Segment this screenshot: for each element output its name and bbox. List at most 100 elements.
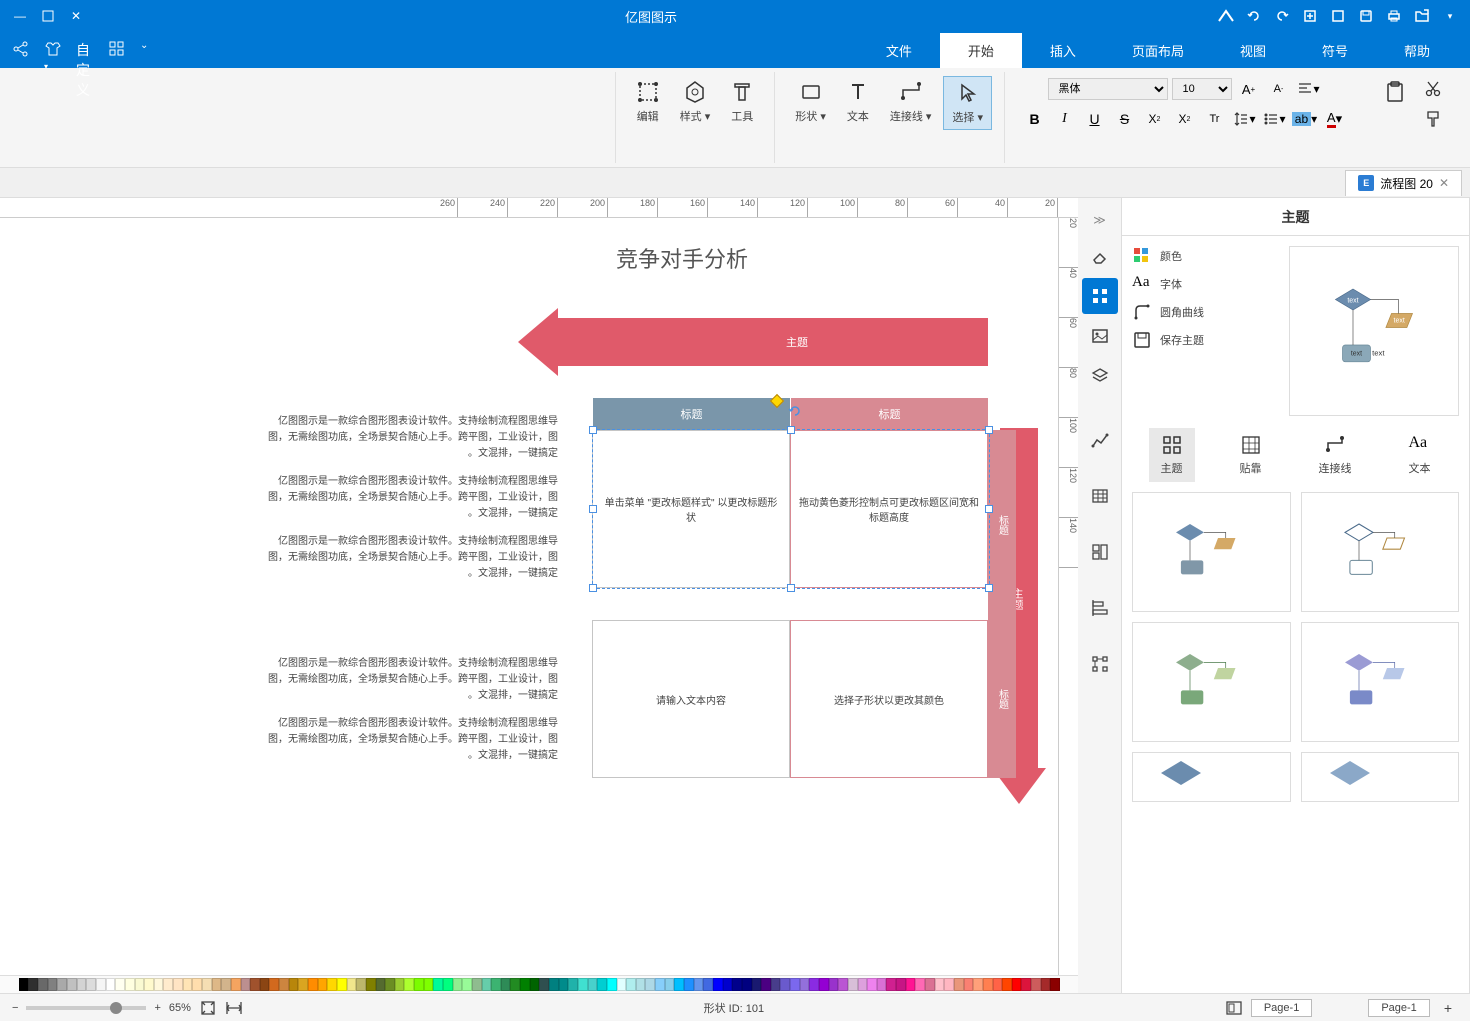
color-swatch[interactable] <box>202 978 212 991</box>
color-swatch[interactable] <box>106 978 116 991</box>
grid-tool-icon[interactable] <box>108 40 128 60</box>
theme-thumbnail-5[interactable] <box>1132 752 1291 802</box>
cut-button[interactable] <box>1420 76 1446 102</box>
color-swatch[interactable] <box>86 978 96 991</box>
menu-tab-layout[interactable]: 页面布局 <box>1104 33 1212 68</box>
color-swatch[interactable] <box>298 978 308 991</box>
color-swatch[interactable] <box>1021 978 1031 991</box>
color-swatch[interactable] <box>877 978 887 991</box>
color-swatch[interactable] <box>655 978 665 991</box>
paste-button[interactable] <box>1376 76 1414 132</box>
color-swatch[interactable] <box>1031 978 1041 991</box>
color-swatch[interactable] <box>308 978 318 991</box>
color-swatch[interactable] <box>250 978 260 991</box>
select-button[interactable]: 选择 ▾ <box>943 76 992 130</box>
share-icon[interactable] <box>12 40 32 60</box>
font-size-select[interactable]: 10 <box>1172 78 1232 100</box>
table-cell-2-2[interactable]: 请输入文本内容 <box>592 620 790 778</box>
body-text-1[interactable]: 亿图图示是一款综合图形图表设计软件。支持绘制流程图思维导图，无需绘图功底，全场景… <box>268 414 558 462</box>
theme-tab-connector[interactable]: 连接线 <box>1307 428 1364 482</box>
open-icon[interactable] <box>1410 4 1434 28</box>
edit-shape-button[interactable]: 编辑 <box>628 76 668 128</box>
color-swatch[interactable] <box>771 978 781 991</box>
color-swatch[interactable] <box>800 978 810 991</box>
strike-button[interactable]: S <box>1112 106 1138 132</box>
color-swatch[interactable] <box>742 978 752 991</box>
color-swatch[interactable] <box>684 978 694 991</box>
color-swatch[interactable] <box>1012 978 1022 991</box>
page-layout-icon[interactable] <box>1225 999 1243 1017</box>
table-tool-icon[interactable] <box>1082 478 1118 514</box>
tshirt-icon[interactable]: ▾ <box>44 40 64 60</box>
color-swatch[interactable] <box>829 978 839 991</box>
color-swatch[interactable] <box>578 978 588 991</box>
color-swatch[interactable] <box>482 978 492 991</box>
color-swatch[interactable] <box>289 978 299 991</box>
minimize-icon[interactable]: — <box>8 4 32 28</box>
table-cell-1-1[interactable]: 拖动黄色菱形控制点可更改标题区间宽和标题高度 <box>790 430 988 588</box>
new-doc-icon[interactable] <box>1298 4 1322 28</box>
color-swatch[interactable] <box>48 978 58 991</box>
eraser-tool-icon[interactable] <box>1082 238 1118 274</box>
color-swatch[interactable] <box>993 978 1003 991</box>
window-icon[interactable] <box>1326 4 1350 28</box>
color-swatch[interactable] <box>703 978 713 991</box>
theme-tab-text[interactable]: Aa 文本 <box>1397 428 1443 482</box>
theme-color-option[interactable]: 颜色 <box>1132 246 1279 266</box>
color-swatch[interactable] <box>472 978 482 991</box>
color-swatch[interactable] <box>780 978 790 991</box>
theme-font-option[interactable]: Aa 字体 <box>1132 274 1279 294</box>
color-swatch[interactable] <box>539 978 549 991</box>
distribute-tool-icon[interactable] <box>1082 646 1118 682</box>
color-swatch[interactable] <box>318 978 328 991</box>
theme-corner-option[interactable]: 圆角曲线 <box>1132 302 1279 322</box>
color-swatch[interactable] <box>954 978 964 991</box>
subscript-button[interactable]: X2 <box>1172 106 1198 132</box>
app-logo-icon[interactable] <box>1214 4 1238 28</box>
color-swatch[interactable] <box>964 978 974 991</box>
menu-tab-start[interactable]: 开始 <box>940 33 1022 68</box>
color-swatch[interactable] <box>867 978 877 991</box>
body-text-5[interactable]: 亿图图示是一款综合图形图表设计软件。支持绘制流程图思维导图，无需绘图功底，全场景… <box>268 716 558 764</box>
color-swatch[interactable] <box>77 978 87 991</box>
color-swatch[interactable] <box>858 978 868 991</box>
canvas[interactable]: 竞争对手分析 主题 主题 标题 标题 标题 <box>0 218 1058 975</box>
color-swatch[interactable] <box>752 978 762 991</box>
print-icon[interactable] <box>1382 4 1406 28</box>
color-swatch[interactable] <box>896 978 906 991</box>
color-swatch[interactable] <box>925 978 935 991</box>
theme-thumbnail-4[interactable] <box>1301 622 1460 742</box>
document-tab[interactable]: E 流程图 20 ✕ <box>1345 170 1462 196</box>
line-spacing-button[interactable]: ▾ <box>1232 106 1258 132</box>
color-swatch[interactable] <box>973 978 983 991</box>
color-swatch[interactable] <box>154 978 164 991</box>
color-swatch[interactable] <box>221 978 231 991</box>
font-family-select[interactable]: 黑体 <box>1048 78 1168 100</box>
theme-thumbnail-3[interactable] <box>1132 622 1291 742</box>
page-tab-1[interactable]: Page-1 <box>1251 999 1312 1017</box>
tools-button[interactable]: 工具 <box>722 76 762 128</box>
color-swatch[interactable] <box>327 978 337 991</box>
table-side-label-1[interactable]: 标题 <box>988 430 1016 620</box>
font-decrease-button[interactable]: A- <box>1266 76 1292 102</box>
color-swatch[interactable] <box>915 978 925 991</box>
color-swatch[interactable] <box>549 978 559 991</box>
menu-tab-insert[interactable]: 插入 <box>1022 33 1104 68</box>
zoom-out-icon[interactable]: − <box>12 1002 18 1014</box>
color-swatch[interactable] <box>645 978 655 991</box>
color-swatch[interactable] <box>115 978 125 991</box>
undo-icon[interactable] <box>1270 4 1294 28</box>
theme-tab-snap[interactable]: 贴靠 <box>1228 428 1274 482</box>
color-swatch[interactable] <box>838 978 848 991</box>
color-swatch[interactable] <box>462 978 472 991</box>
color-swatch[interactable] <box>453 978 463 991</box>
color-swatch[interactable] <box>279 978 289 991</box>
color-swatch[interactable] <box>424 978 434 991</box>
color-swatch[interactable] <box>790 978 800 991</box>
color-swatch[interactable] <box>935 978 945 991</box>
color-swatch[interactable] <box>510 978 520 991</box>
comparison-table[interactable]: 标题 标题 标题 拖动黄色菱形控制点可更改标题区间宽和标题高度 单击菜单 "更改… <box>592 398 988 778</box>
table-cell-1-2[interactable]: 单击菜单 "更改标题样式" 以更改标题形状 <box>592 430 790 588</box>
shape-button[interactable]: 形状 ▾ <box>787 76 834 130</box>
color-swatch[interactable] <box>501 978 511 991</box>
